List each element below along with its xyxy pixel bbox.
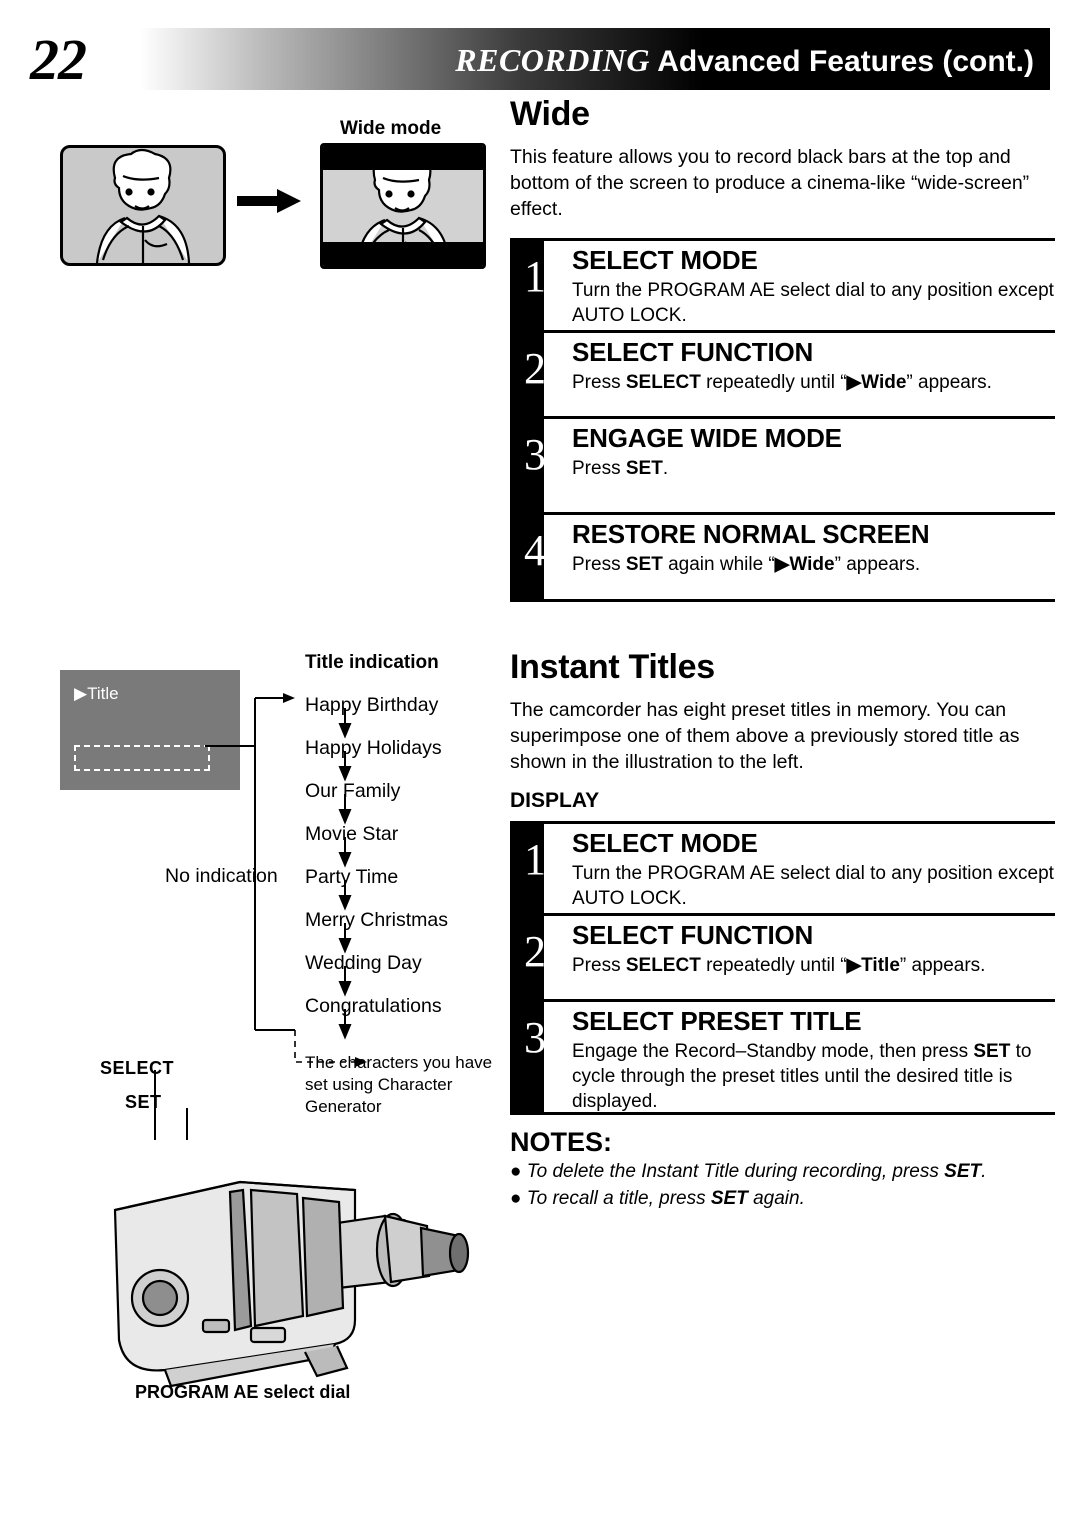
title-indication-diagram: ▶Title Title indication Happy Birthday H… [55, 652, 495, 1402]
note-item-1: ● To delete the Instant Title during rec… [510, 1158, 1055, 1185]
notes-heading: NOTES: [510, 1127, 613, 1157]
wide-step-2-body: Press SELECT repeatedly until “▶Wide” ap… [572, 370, 1055, 395]
wide-step-3-keyword-set: SET [625, 458, 663, 479]
title-list-item-3: Our Family [305, 780, 401, 802]
wide-step-3: 3 ENGAGE WIDE MODE Press SET. [510, 416, 1055, 512]
titles-step-3-keyword-set: SET [973, 1041, 1011, 1062]
note-1-keyword: SET [944, 1161, 982, 1182]
wide-step-1-heading: SELECT MODE [572, 245, 758, 275]
wide-step-2-keyword-wide: ▶Wide [846, 372, 907, 393]
header-title-rest: Advanced Features (cont.) [657, 45, 1034, 78]
page-number: 22 [30, 27, 87, 92]
titles-step-3-body: Engage the Record–Standby mode, then pre… [572, 1039, 1055, 1114]
title-list-item-1: Happy Birthday [305, 694, 439, 716]
titles-step-3-number: 3 [524, 1013, 546, 1062]
wide-step-2-body-mid: repeatedly until “ [700, 372, 847, 393]
note-1-pre: To delete the Instant Title during recor… [526, 1161, 945, 1182]
wide-section-heading: Wide [510, 95, 590, 133]
wide-black-bar-bottom [323, 242, 483, 266]
wide-step-4-number: 4 [524, 526, 546, 575]
titles-step-2-body-pre: Press [572, 955, 626, 976]
title-list: Happy Birthday Happy Holidays Our Family… [305, 684, 495, 1028]
titles-step-2-keyword-title: ▶Title [846, 955, 900, 976]
wide-step-2-number: 2 [524, 344, 546, 393]
wide-step-4-heading: RESTORE NORMAL SCREEN [572, 519, 930, 549]
wide-step-1-body: Turn the PROGRAM AE select dial to any p… [572, 280, 1054, 326]
wide-section-intro: This feature allows you to record black … [510, 146, 1030, 220]
camcorder-illustration [55, 1130, 475, 1430]
wide-black-bar-top [323, 146, 483, 170]
titles-step-1-heading: SELECT MODE [572, 828, 758, 858]
wide-step-4: 4 RESTORE NORMAL SCREEN Press SET again … [510, 512, 1055, 602]
wide-mode-label: Wide mode [340, 118, 442, 139]
note-item-2: ● To recall a title, press SET again. [510, 1185, 1055, 1212]
wide-step-3-body-pre: Press [572, 458, 626, 479]
titles-step-3-body-pre: Engage the Record–Standby mode, then pre… [572, 1041, 974, 1062]
header-title-italic: RECORDING [455, 42, 651, 78]
wide-step-2-body-post: ” appears. [906, 372, 992, 393]
wide-step-4-body-pre: Press [572, 554, 626, 575]
note-1-post: . [981, 1161, 987, 1182]
header-title: RECORDING Advanced Features (cont.) [455, 42, 1034, 79]
wide-step-4-body-mid: again while “ [662, 554, 775, 575]
titles-step-1-body: Turn the PROGRAM AE select dial to any p… [572, 863, 1054, 909]
wide-step-4-keyword-set: SET [625, 554, 663, 575]
wide-step-2-heading: SELECT FUNCTION [572, 337, 814, 367]
title-list-item-4: Movie Star [305, 823, 399, 845]
wide-step-2-body-pre: Press [572, 372, 626, 393]
wide-step-4-body: Press SET again while “▶Wide” appears. [572, 552, 1055, 577]
character-generator-note: The characters you have set using Charac… [305, 1053, 493, 1116]
select-button-label: SELECT [100, 1058, 175, 1078]
title-list-item-8: Congratulations [305, 995, 442, 1017]
wide-step-1: 1 SELECT MODE Turn the PROGRAM AE select… [510, 238, 1055, 330]
display-label: DISPLAY [510, 789, 600, 812]
instant-titles-section: Instant Titles The camcorder has eight p… [510, 648, 1055, 1212]
note-bullet-icon: ● [510, 1188, 522, 1209]
normal-screen-frame [60, 145, 226, 266]
note-2-post: again. [747, 1188, 805, 1209]
instant-titles-heading: Instant Titles [510, 648, 715, 686]
person-drawing-normal [95, 148, 191, 263]
title-list-item-2: Happy Holidays [305, 737, 442, 759]
page-header: 22 RECORDING Advanced Features (cont.) [30, 27, 1050, 92]
wide-step-3-body: Press SET. [572, 456, 1055, 481]
instant-titles-steps-list: 1 SELECT MODE Turn the PROGRAM AE select… [510, 821, 1055, 1115]
instant-titles-intro: The camcorder has eight preset titles in… [510, 699, 1020, 773]
arrow-right-icon [237, 189, 301, 213]
wide-step-2: 2 SELECT FUNCTION Press SELECT repeatedl… [510, 330, 1055, 416]
title-list-item-7: Wedding Day [305, 952, 422, 974]
note-bullet-icon: ● [510, 1161, 522, 1182]
titles-step-1: 1 SELECT MODE Turn the PROGRAM AE select… [510, 821, 1055, 913]
titles-step-2-body-post: ” appears. [899, 955, 986, 976]
title-list-item-5: Party Time [305, 866, 399, 888]
note-2-keyword: SET [710, 1188, 748, 1209]
titles-step-2-body-mid: repeatedly until “ [700, 955, 847, 976]
wide-step-4-body-post: ” appears. [834, 554, 921, 575]
titles-step-2-number: 2 [524, 927, 546, 976]
wide-step-3-number: 3 [524, 430, 546, 479]
titles-step-3: 3 SELECT PRESET TITLE Engage the Record–… [510, 999, 1055, 1115]
camcorder-drawing [113, 1180, 470, 1388]
titles-step-2-body: Press SELECT repeatedly until “▶Title” a… [572, 953, 1055, 978]
wide-step-2-keyword-select: SELECT [625, 372, 701, 393]
wide-section: Wide This feature allows you to record b… [510, 95, 1055, 602]
wide-mode-illustration: Wide mode [55, 118, 486, 270]
note-2-pre: To recall a title, press [526, 1188, 711, 1209]
titles-step-3-heading: SELECT PRESET TITLE [572, 1006, 862, 1036]
wide-screen-frame [320, 143, 486, 269]
wide-steps-list: 1 SELECT MODE Turn the PROGRAM AE select… [510, 238, 1055, 602]
titles-step-2: 2 SELECT FUNCTION Press SELECT repeatedl… [510, 913, 1055, 999]
title-list-item-6: Merry Christmas [305, 909, 449, 931]
titles-step-1-number: 1 [524, 835, 546, 884]
wide-step-4-keyword-wide: ▶Wide [774, 554, 835, 575]
wide-step-1-number: 1 [524, 252, 546, 301]
wide-step-3-body-post: . [662, 458, 669, 479]
set-button-label: SET [125, 1092, 162, 1112]
titles-step-2-heading: SELECT FUNCTION [572, 920, 814, 950]
page-root: 22 RECORDING Advanced Features (cont.) W… [0, 0, 1080, 1533]
wide-step-3-heading: ENGAGE WIDE MODE [572, 423, 842, 453]
no-indication-label: No indication [165, 865, 278, 887]
titles-step-2-keyword-select: SELECT [625, 955, 701, 976]
